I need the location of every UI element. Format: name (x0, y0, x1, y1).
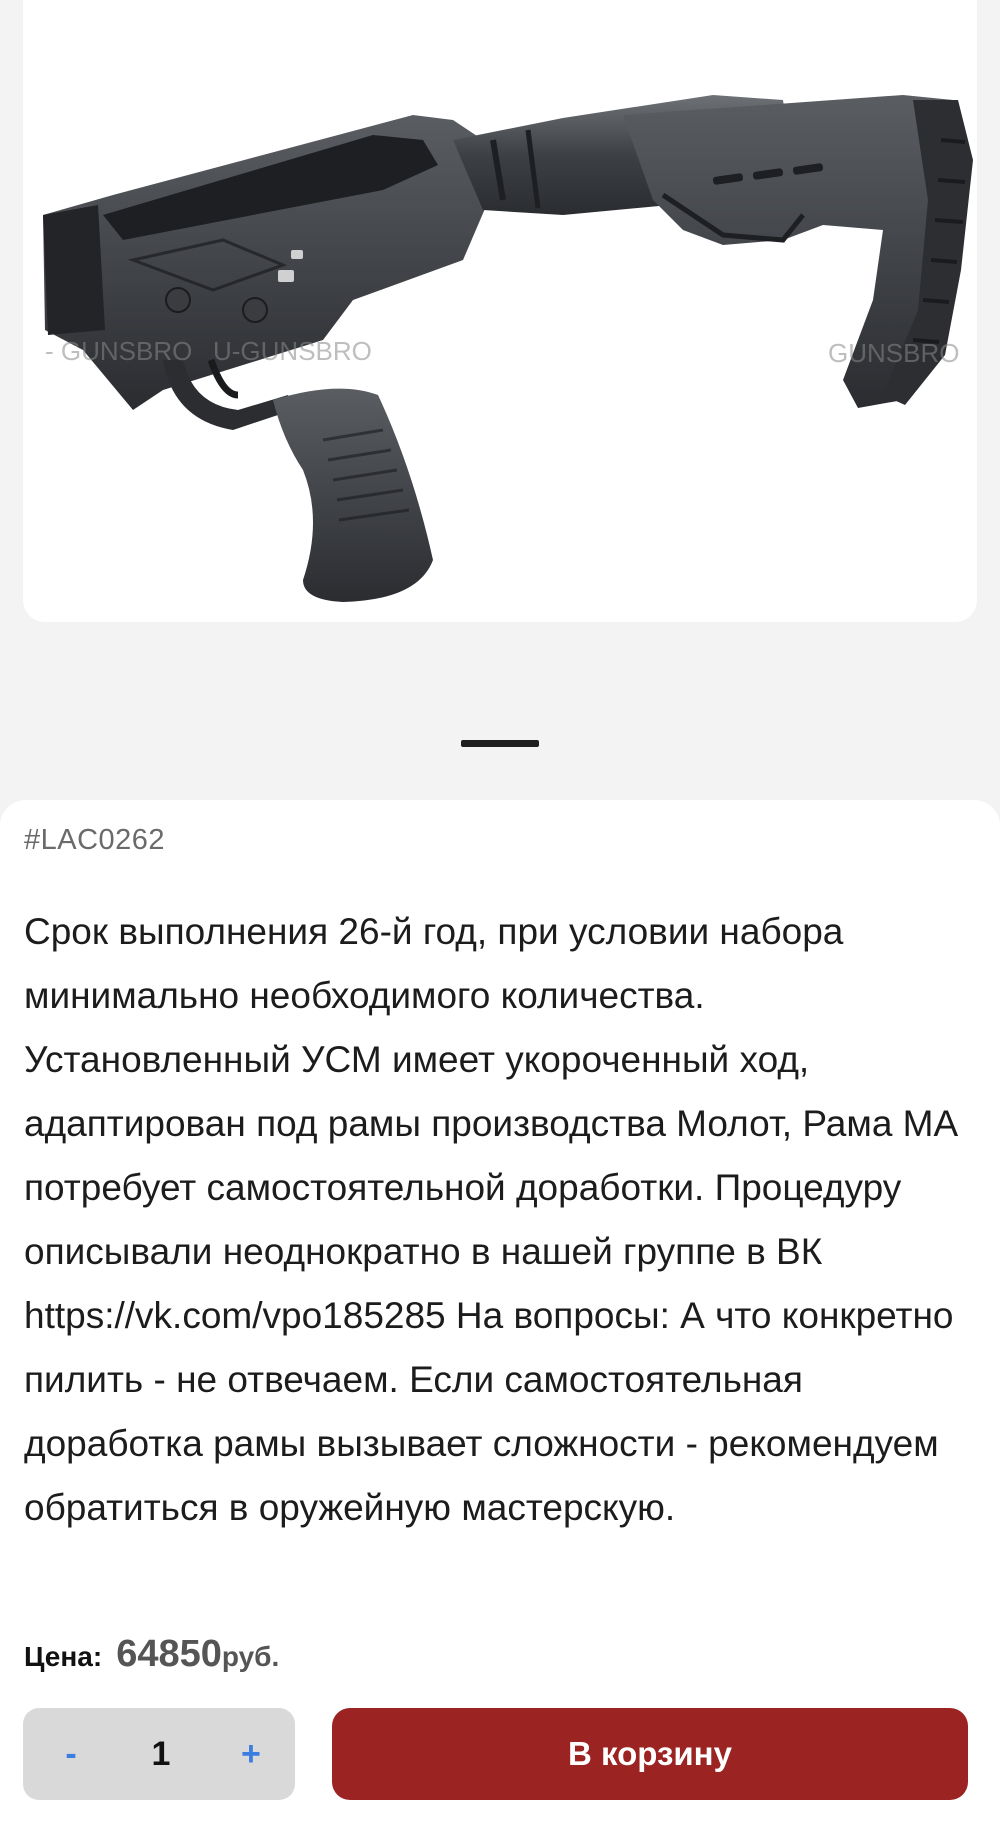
price-value: 64850 (116, 1633, 222, 1675)
add-to-cart-button[interactable]: В корзину (332, 1708, 968, 1800)
watermark-text: - GUNSBRO (45, 336, 192, 366)
svg-text:U-GUNSBRO: U-GUNSBRO (213, 336, 372, 366)
increase-quantity-button[interactable]: + (231, 1735, 271, 1774)
product-sku: #LAC0262 (24, 824, 166, 856)
price-label: Цена: (24, 1641, 103, 1672)
product-details-panel: #LAC0262 Срок выполнения 26-й год, при у… (0, 800, 1000, 1823)
quantity-value: 1 (151, 1734, 171, 1773)
product-image: - GUNSBRO U-GUNSBRO GUNSBRO (43, 95, 973, 602)
quantity-stepper: - 1 + (23, 1708, 295, 1800)
carousel-indicator[interactable] (461, 740, 539, 747)
product-description: Срок выполнения 26-й год, при условии на… (24, 911, 959, 1528)
price-currency: руб. (221, 1641, 280, 1672)
product-image-card[interactable]: - GUNSBRO U-GUNSBRO GUNSBRO (23, 0, 977, 622)
product-gallery[interactable]: - GUNSBRO U-GUNSBRO GUNSBRO (0, 0, 1000, 800)
decrease-quantity-button[interactable]: - (51, 1735, 91, 1774)
svg-text:GUNSBRO: GUNSBRO (828, 338, 959, 368)
price-row: Цена: 64850 руб. (24, 1633, 279, 1683)
